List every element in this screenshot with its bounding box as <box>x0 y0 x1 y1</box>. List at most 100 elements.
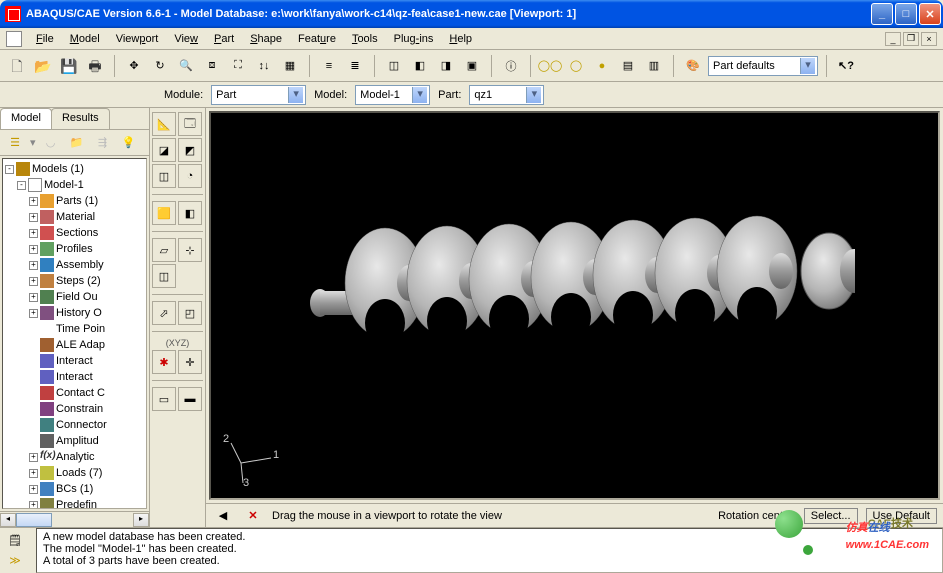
tree-node[interactable]: +Loads (7) <box>5 465 144 481</box>
toggle-icon[interactable]: + <box>29 501 38 510</box>
tree-node[interactable]: +Assembly <box>5 257 144 273</box>
hidden-button[interactable]: ◧ <box>409 55 431 77</box>
palette-button[interactable]: 🎨 <box>682 55 704 77</box>
menu-plug-ins[interactable]: Plug-ins <box>386 31 442 47</box>
menu-shape[interactable]: Shape <box>242 31 290 47</box>
minimize-button[interactable]: _ <box>871 3 893 25</box>
tree-node[interactable]: +Steps (2) <box>5 273 144 289</box>
menu-model[interactable]: Model <box>62 31 108 47</box>
cancel-procedure-button[interactable]: ✕ <box>242 505 264 527</box>
tree-flow-button[interactable]: ⇶ <box>92 132 114 154</box>
message-info-button[interactable]: 🗒 <box>4 532 26 549</box>
toggle-icon[interactable]: + <box>29 245 38 254</box>
scroll-thumb[interactable] <box>16 513 52 527</box>
toggle-icon[interactable]: + <box>29 453 38 462</box>
create-part-button[interactable]: 📐 <box>152 112 176 136</box>
toggle-icon[interactable]: + <box>29 229 38 238</box>
views-button[interactable]: ▦ <box>279 55 301 77</box>
pan-button[interactable]: ✥ <box>123 55 145 77</box>
toggle-icon[interactable]: - <box>5 165 14 174</box>
point-button[interactable]: ✛ <box>178 350 202 374</box>
box-zoom-button[interactable]: ⧈ <box>201 55 223 77</box>
select-button[interactable]: Select... <box>804 508 858 524</box>
model-combo[interactable]: Model-1 <box>355 85 430 105</box>
use-default-button[interactable]: Use Default <box>866 508 937 524</box>
viewport-1[interactable]: 2 1 3 <box>209 111 940 500</box>
new-button[interactable]: 🗋 <box>6 55 28 77</box>
tree-collapse-button[interactable]: ◡ <box>40 132 62 154</box>
menu-tools[interactable]: Tools <box>344 31 386 47</box>
tree-bulb-button[interactable]: 💡 <box>118 132 140 154</box>
menu-part[interactable]: Part <box>206 31 242 47</box>
tree-folder-button[interactable]: 📁 <box>66 132 88 154</box>
extrude-button[interactable]: ◪ <box>152 138 176 162</box>
menu-view[interactable]: View <box>166 31 206 47</box>
lines2-button[interactable]: ≣ <box>344 55 366 77</box>
part-manager-button[interactable]: 🗔 <box>178 112 202 136</box>
color-b-button[interactable]: ◯ <box>565 55 587 77</box>
fit-button[interactable]: ⛶ <box>227 55 249 77</box>
toggle-icon[interactable]: + <box>29 197 38 206</box>
rotate-button[interactable]: ↻ <box>149 55 171 77</box>
color-mode-combo[interactable]: Part defaults <box>708 56 818 76</box>
message-cli-button[interactable]: ≫ <box>4 553 26 570</box>
toggle-icon[interactable]: + <box>29 469 38 478</box>
round-button[interactable]: ◔ <box>178 164 202 188</box>
revolve-button[interactable]: ◩ <box>178 138 202 162</box>
menu-feature[interactable]: Feature <box>290 31 344 47</box>
toggle-icon[interactable]: - <box>17 181 26 190</box>
lines1-button[interactable]: ≡ <box>318 55 340 77</box>
maximize-button[interactable]: □ <box>895 3 917 25</box>
menu-file[interactable]: File <box>28 31 62 47</box>
tree-node[interactable]: +Parts (1) <box>5 193 144 209</box>
shaded-button[interactable]: ◨ <box>435 55 457 77</box>
datum-plane-button[interactable]: ▱ <box>152 238 176 262</box>
toggle-icon[interactable]: + <box>29 277 38 286</box>
tree-filter-button[interactable]: ☰ <box>4 132 26 154</box>
grid1-button[interactable]: ▤ <box>617 55 639 77</box>
toggle-icon[interactable]: + <box>29 293 38 302</box>
shell-button[interactable]: ◧ <box>178 201 202 225</box>
save-button[interactable]: 💾 <box>58 55 80 77</box>
tree-node[interactable]: +Sections <box>5 225 144 241</box>
mdi-minimize-button[interactable]: _ <box>885 32 901 46</box>
module-combo[interactable]: Part <box>211 85 306 105</box>
cut-button[interactable]: ◫ <box>152 164 176 188</box>
datum-axis-button[interactable]: ⊹ <box>178 238 202 262</box>
back-button[interactable]: ◀ <box>212 505 234 527</box>
menu-help[interactable]: Help <box>441 31 480 47</box>
tree-scrollbar-h[interactable]: ◂ ▸ <box>0 511 149 527</box>
toggle-icon[interactable]: + <box>29 485 38 494</box>
color-c-button[interactable]: ● <box>591 55 613 77</box>
tree-root[interactable]: - Models (1) <box>5 161 144 177</box>
mdi-restore-button[interactable]: ❐ <box>903 32 919 46</box>
mdi-close-button[interactable]: × <box>921 32 937 46</box>
tree-node[interactable]: Interact <box>5 353 144 369</box>
tree-node[interactable]: Interact <box>5 369 144 385</box>
shaded-edges-button[interactable]: ▣ <box>461 55 483 77</box>
toggle-icon[interactable]: + <box>29 261 38 270</box>
tree-node[interactable]: +f(x)Analytic <box>5 449 144 465</box>
cycle-views-button[interactable]: ↕↓ <box>253 55 275 77</box>
scroll-left-button[interactable]: ◂ <box>0 513 16 527</box>
csys-button[interactable]: ✱ <box>152 350 176 374</box>
toggle-icon[interactable]: + <box>29 213 38 222</box>
tree-node[interactable]: +Predefin <box>5 497 144 509</box>
open-button[interactable]: 📂 <box>32 55 54 77</box>
grid2-button[interactable]: ▥ <box>643 55 665 77</box>
close-button[interactable]: ✕ <box>919 3 941 25</box>
offset-button[interactable]: ⬀ <box>152 301 176 325</box>
tab-results[interactable]: Results <box>51 108 110 129</box>
tree-node[interactable]: +History O <box>5 305 144 321</box>
tree-node[interactable]: ALE Adap <box>5 337 144 353</box>
menu-viewport[interactable]: Viewport <box>108 31 167 47</box>
tree-node[interactable]: Time Poin <box>5 321 144 337</box>
tab-model[interactable]: Model <box>0 108 52 129</box>
geom-repair-button[interactable]: ▭ <box>152 387 176 411</box>
scroll-right-button[interactable]: ▸ <box>133 513 149 527</box>
tree-node[interactable]: Constrain <box>5 401 144 417</box>
wireframe-button[interactable]: ◫ <box>383 55 405 77</box>
tree-node[interactable]: +Profiles <box>5 241 144 257</box>
extend-button[interactable]: ◰ <box>178 301 202 325</box>
message-log[interactable]: A new model database has been created. T… <box>36 528 943 573</box>
